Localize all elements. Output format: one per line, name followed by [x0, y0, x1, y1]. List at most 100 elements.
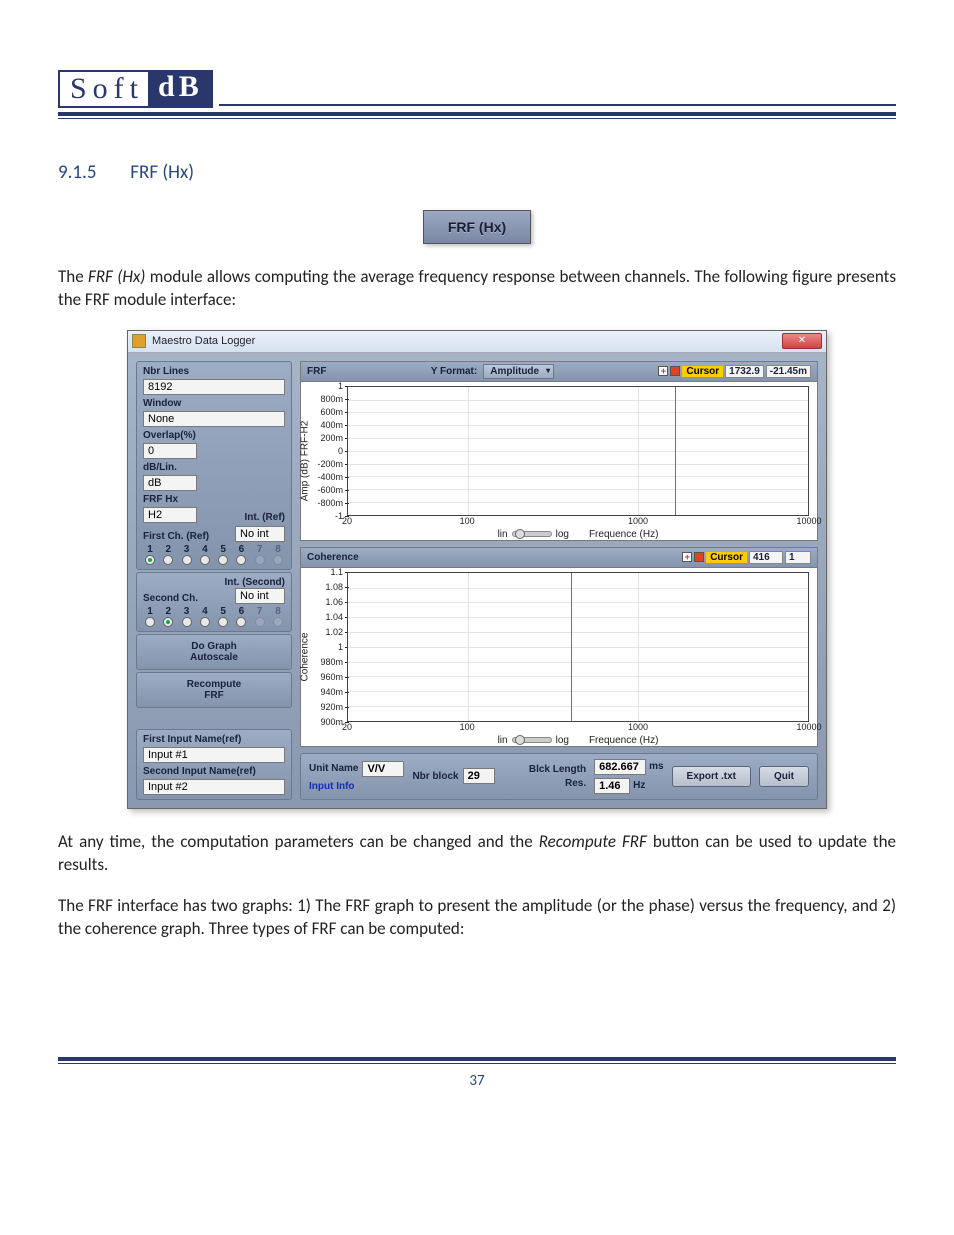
frf-plot-area[interactable]: Amp (dB) FRF-H2 1 800m 600m 400m 200m 0 … [301, 382, 817, 540]
frf-cursor-y: -21.45m [766, 365, 811, 378]
frf-graph-title: FRF [307, 366, 326, 377]
window-titlebar: Maestro Data Logger ✕ [128, 331, 826, 353]
second-input-name-field[interactable]: Input #2 [143, 779, 285, 795]
second-ch-radio-7 [255, 617, 265, 627]
header-rule-thin [58, 118, 896, 119]
export-txt-button[interactable]: Export .txt [672, 766, 751, 787]
overlap-input[interactable]: 0 [143, 443, 197, 459]
frf-cursor-x: 1732.9 [725, 365, 764, 378]
first-ch-radio-5[interactable] [218, 555, 228, 565]
first-ch-radio-8 [273, 555, 283, 565]
frf-scale-slider[interactable]: lin log [498, 529, 569, 540]
second-ch-radio-4[interactable] [200, 617, 210, 627]
frfhx-input[interactable]: H2 [143, 507, 197, 523]
graphs-paragraph: The FRF interface has two graphs: 1) The… [58, 895, 896, 941]
logo-db: dB [148, 70, 213, 108]
header-rule-thick [58, 112, 896, 116]
coh-cursor-label: Cursor [706, 552, 747, 563]
second-ch-radio-1[interactable] [145, 617, 155, 627]
second-ch-radio-6[interactable] [236, 617, 246, 627]
frf-hx-module-button[interactable]: FRF (Hx) [423, 210, 531, 244]
nbr-block-field: 29 [463, 768, 495, 784]
window-label: Window [143, 398, 285, 409]
second-ch-radio-3[interactable] [182, 617, 192, 627]
second-ch-radios: 1 2 3 4 5 6 7 8 [143, 606, 285, 627]
coh-cursor-color-icon[interactable] [694, 552, 704, 562]
frf-cursor-cross-icon[interactable]: + [658, 366, 668, 376]
first-ch-radio-4[interactable] [200, 555, 210, 565]
coherence-ylabel: Coherence [300, 632, 311, 681]
coherence-plot-area[interactable]: Coherence 1.1 1.08 1.06 1.04 1.02 1 980m… [301, 568, 817, 746]
coherence-xlabel: Frequence (Hz) [589, 735, 658, 746]
logo-soft: Soft [58, 70, 148, 108]
first-ch-radio-7 [255, 555, 265, 565]
nbr-lines-input[interactable]: 8192 [143, 379, 285, 395]
dblin-label: dB/Lin. [143, 462, 285, 473]
recompute-paragraph: At any time, the computation parameters … [58, 831, 896, 877]
coherence-graph-title: Coherence [307, 552, 359, 563]
yformat-label: Y Format: [431, 366, 478, 377]
coh-cursor-y: 1 [785, 551, 811, 564]
frf-graph: FRF Y Format: Amplitude + Cursor 1732.9 … [300, 361, 818, 541]
unit-name-label: Unit Name [309, 763, 358, 774]
blck-length-field: 682.667 [594, 759, 646, 775]
do-graph-autoscale-button[interactable]: Do Graph Autoscale [136, 634, 292, 670]
input-info-link[interactable]: Input Info [309, 781, 404, 792]
section-heading: 9.1.5 FRF (Hx) [58, 161, 896, 184]
coh-cursor-x: 416 [749, 551, 783, 564]
res-field: 1.46 [594, 778, 630, 794]
nbr-lines-label: Nbr Lines [143, 366, 285, 377]
intro-paragraph: The FRF (Hx) module allows computing the… [58, 266, 896, 312]
footer-rule-thick [58, 1057, 896, 1061]
int-ref-input[interactable]: No int [235, 526, 285, 542]
second-ch-radio-5[interactable] [218, 617, 228, 627]
app-icon [132, 334, 146, 348]
section-number: 9.1.5 [58, 161, 126, 184]
bottom-bar: Unit Name V/V Input Info Nbr block 29 Bl… [300, 753, 818, 800]
window-title: Maestro Data Logger [152, 335, 782, 347]
int-second-label: Int. (Second) [224, 577, 285, 588]
footer-rule-thin [58, 1063, 896, 1064]
frfhx-label: FRF Hx [143, 494, 285, 505]
dblin-input[interactable]: dB [143, 475, 197, 491]
nbr-block-label: Nbr block [412, 771, 458, 782]
frf-xlabel: Frequence (Hz) [589, 529, 658, 540]
coh-scale-slider[interactable]: lin log [498, 735, 569, 746]
coh-cursor-cross-icon[interactable]: + [682, 552, 692, 562]
coherence-graph: Coherence + Cursor 416 1 Coherence [300, 547, 818, 747]
recompute-frf-button[interactable]: Recompute FRF [136, 672, 292, 708]
blck-length-label: Blck Length [529, 764, 586, 775]
unit-name-field[interactable]: V/V [362, 761, 404, 777]
header-rule-extension [219, 104, 896, 106]
first-ch-radio-3[interactable] [182, 555, 192, 565]
main-area: FRF Y Format: Amplitude + Cursor 1732.9 … [300, 361, 818, 800]
frf-cursor-label: Cursor [682, 366, 723, 377]
second-input-name-label: Second Input Name(ref) [143, 766, 285, 777]
first-input-name-field[interactable]: Input #1 [143, 747, 285, 763]
first-ch-radio-6[interactable] [236, 555, 246, 565]
res-label: Res. [565, 778, 586, 789]
sidebar: Nbr Lines 8192 Window None Overlap(%) 0 … [136, 361, 292, 800]
coh-cursor-line[interactable] [571, 573, 572, 721]
int-ref-label: Int. (Ref) [244, 512, 285, 523]
int-second-input[interactable]: No int [235, 588, 285, 604]
first-ch-radio-1[interactable] [145, 555, 155, 565]
frf-ylabel: Amp (dB) FRF-H2 [300, 421, 311, 502]
close-icon[interactable]: ✕ [782, 333, 822, 349]
overlap-label: Overlap(%) [143, 430, 285, 441]
yformat-dropdown[interactable]: Amplitude [483, 364, 554, 379]
window-input[interactable]: None [143, 411, 285, 427]
frf-cursor-line[interactable] [675, 387, 676, 515]
page-number: 37 [58, 1072, 896, 1090]
first-ch-label: First Ch. (Ref) [143, 531, 209, 542]
app-window: Maestro Data Logger ✕ Nbr Lines 8192 Win… [127, 330, 827, 809]
second-ch-label: Second Ch. [143, 593, 198, 604]
brand-logo: Soft dB [58, 70, 896, 108]
second-ch-radio-8 [273, 617, 283, 627]
quit-button[interactable]: Quit [759, 766, 809, 787]
first-ch-radio-2[interactable] [163, 555, 173, 565]
section-title: FRF (Hx) [130, 161, 194, 184]
frf-cursor-color-icon[interactable] [670, 366, 680, 376]
first-ch-radios: 1 2 3 4 5 6 7 8 [143, 544, 285, 565]
second-ch-radio-2[interactable] [163, 617, 173, 627]
